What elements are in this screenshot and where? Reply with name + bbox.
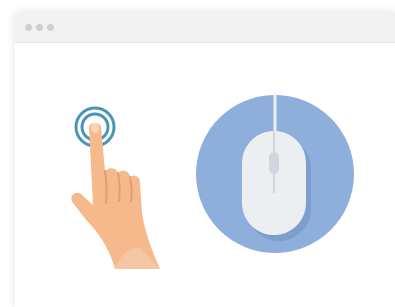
click-illustration xyxy=(71,93,354,269)
window-titlebar xyxy=(15,12,395,43)
window-control-dot[interactable] xyxy=(36,24,43,31)
window-control-dot[interactable] xyxy=(25,24,32,31)
browser-window xyxy=(15,12,395,307)
computer-mouse-icon xyxy=(196,93,354,253)
hand-tap-icon xyxy=(71,106,160,269)
screen xyxy=(0,0,395,307)
window-control-dot[interactable] xyxy=(47,24,54,31)
window-content xyxy=(15,43,395,307)
